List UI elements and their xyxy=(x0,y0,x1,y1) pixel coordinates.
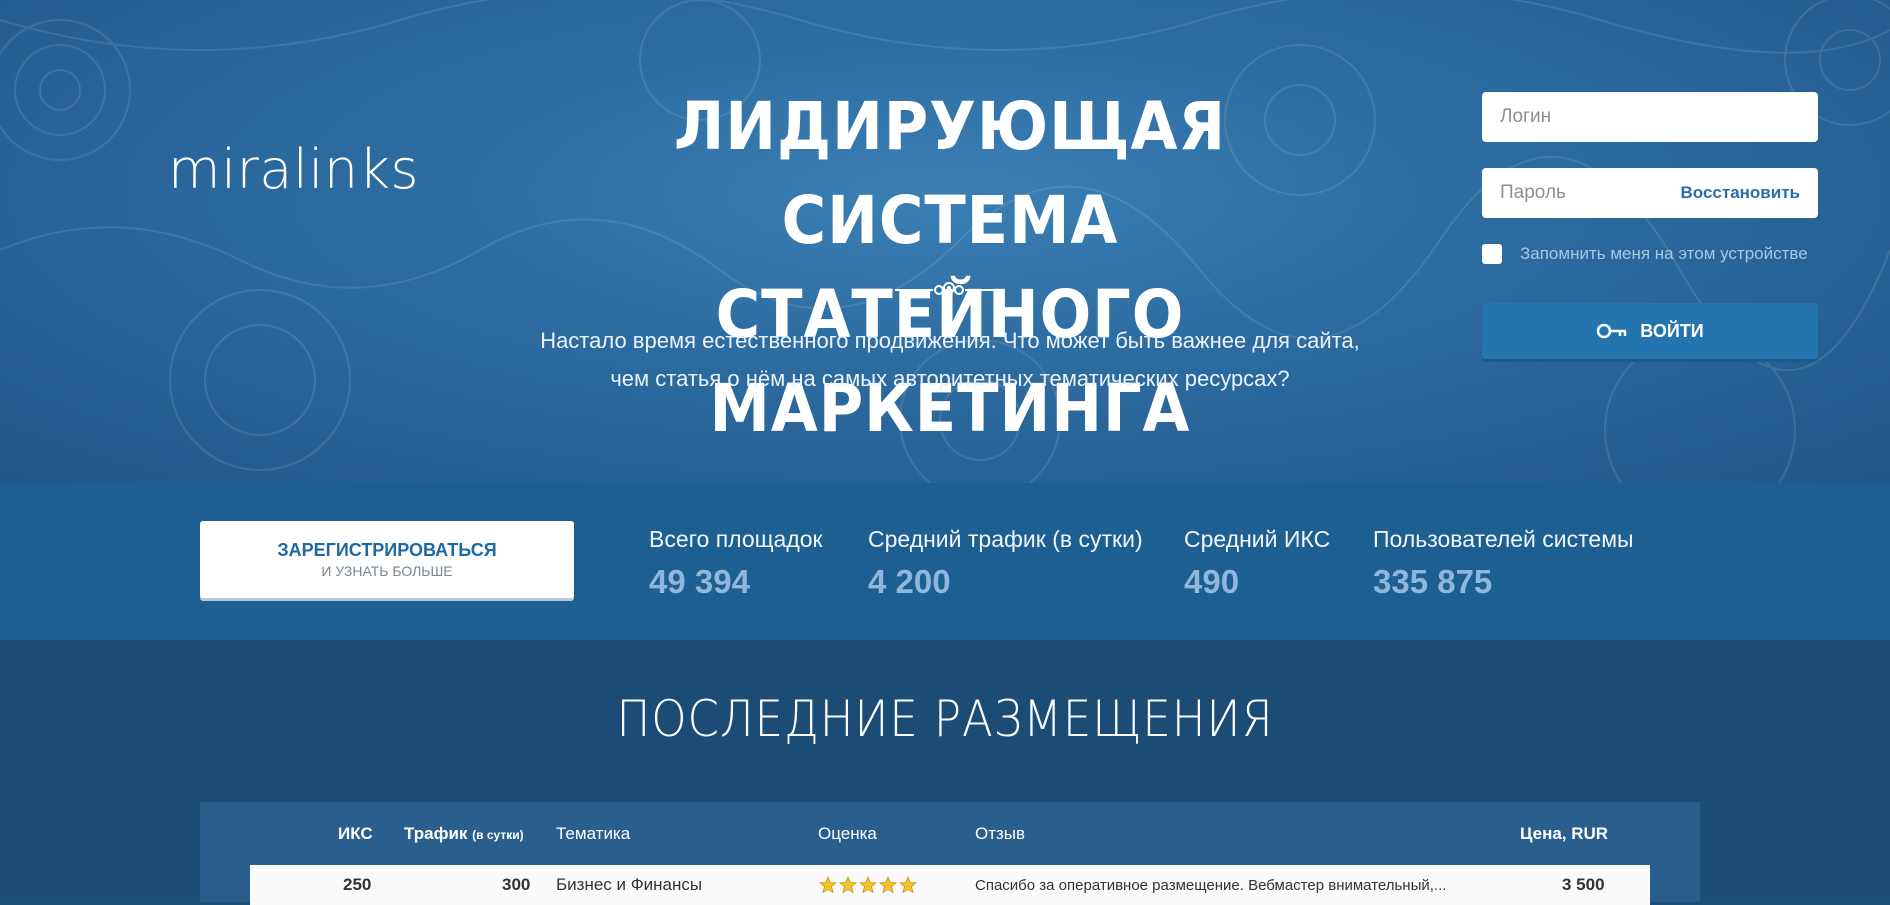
stat-label: Средний трафик (в сутки) xyxy=(868,526,1143,552)
star-icon xyxy=(879,876,897,894)
register-main-label: ЗАРЕГИСТРИРОВАТЬСЯ xyxy=(277,540,497,560)
star-icon xyxy=(819,876,837,894)
header-price: Цена, RUR xyxy=(1520,824,1609,843)
header-traffic-label: Трафик xyxy=(404,824,468,843)
login-placeholder: Логин xyxy=(1500,106,1552,127)
restore-password-link[interactable]: Восстановить xyxy=(1681,168,1800,218)
login-button[interactable]: ВОЙТИ xyxy=(1482,303,1818,359)
key-icon xyxy=(1597,323,1627,339)
stat-value: 4 200 xyxy=(868,563,951,600)
stat-label: Всего площадок xyxy=(649,526,823,552)
hero-section: miralinks ЛИДИРУЮЩАЯ СИСТЕМА СТАТЕЙНОГО … xyxy=(0,0,1890,483)
star-icon xyxy=(899,876,917,894)
star-icon xyxy=(859,876,877,894)
header-review: Отзыв xyxy=(975,824,1026,843)
stat-value: 335 875 xyxy=(1373,563,1493,600)
stat-label: Средний ИКС xyxy=(1184,526,1331,552)
cell-price: 3 500 xyxy=(1562,875,1605,894)
register-sub-label: И УЗНАТЬ БОЛЬШЕ xyxy=(321,563,453,579)
login-button-label: ВОЙТИ xyxy=(1640,320,1704,341)
header-traffic-note: (в сутки) xyxy=(472,828,524,842)
header-topic: Тематика xyxy=(556,824,631,843)
subtitle-line-2: чем статья о нём на самых авторитетных т… xyxy=(610,366,1290,391)
header-iks: ИКС xyxy=(338,824,373,843)
table-row[interactable]: 250 300 Бизнес и Финансы Спасибо за опер… xyxy=(250,865,1650,905)
placements-table: ИКС Трафик (в сутки) Тематика Оценка Отз… xyxy=(200,802,1700,905)
cell-iks: 250 xyxy=(343,875,372,894)
latest-placements-section: ПОСЛЕДНИЕ РАЗМЕЩЕНИЯ ИКС Трафик (в сутки… xyxy=(0,640,1890,905)
section-title: ПОСЛЕДНИЕ РАЗМЕЩЕНИЯ xyxy=(616,690,1274,748)
stats-bar: ЗАРЕГИСТРИРОВАТЬСЯ И УЗНАТЬ БОЛЬШЕ Всего… xyxy=(0,483,1890,640)
cell-topic: Бизнес и Финансы xyxy=(556,875,703,894)
remember-checkbox[interactable] xyxy=(1482,244,1502,264)
cell-review: Спасибо за оперативное размещение. Вебма… xyxy=(975,877,1447,894)
stat-value: 49 394 xyxy=(649,563,750,600)
cell-traffic: 300 xyxy=(502,875,531,894)
header-traffic: Трафик (в сутки) xyxy=(404,824,524,844)
password-placeholder: Пароль xyxy=(1500,182,1566,203)
stat-value: 490 xyxy=(1184,563,1240,600)
logo[interactable]: miralinks xyxy=(168,138,419,201)
subtitle-line-1: Настало время естественного продвижения.… xyxy=(540,328,1360,353)
stat-label: Пользователей системы xyxy=(1373,526,1634,552)
hero-subtitle: Настало время естественного продвижения.… xyxy=(480,322,1420,398)
password-input[interactable]: Пароль Восстановить xyxy=(1482,168,1818,218)
stat-platforms: Всего площадок 49 394 xyxy=(649,526,823,601)
page-headline: ЛИДИРУЮЩАЯ СИСТЕМА СТАТЕЙНОГО МАРКЕТИНГА xyxy=(518,80,1383,456)
remember-label: Запомнить меня на этом устройстве xyxy=(1520,244,1808,263)
rating-stars xyxy=(819,876,917,894)
stat-iks: Средний ИКС 490 xyxy=(1184,526,1330,601)
headline-line-1: ЛИДИРУЮЩАЯ СИСТЕМА xyxy=(673,88,1227,259)
login-input[interactable]: Логин xyxy=(1482,92,1818,142)
header-rating: Оценка xyxy=(818,824,877,843)
star-icon xyxy=(839,876,857,894)
stat-users: Пользователей системы 335 875 xyxy=(1373,526,1634,601)
divider-ornament xyxy=(895,282,1003,295)
register-button[interactable]: ЗАРЕГИСТРИРОВАТЬСЯ И УЗНАТЬ БОЛЬШЕ xyxy=(200,521,574,598)
remember-me[interactable]: Запомнить меня на этом устройстве xyxy=(1482,244,1808,264)
stat-traffic: Средний трафик (в сутки) 4 200 xyxy=(868,526,1143,601)
